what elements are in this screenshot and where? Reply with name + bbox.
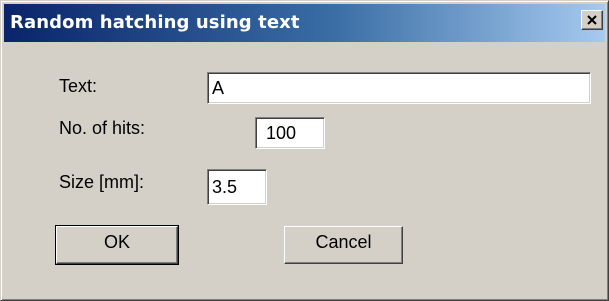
text-input[interactable] [207, 72, 591, 104]
ok-button[interactable]: OK [55, 225, 179, 265]
hits-label: No. of hits: [59, 118, 146, 138]
title-bar[interactable]: Random hatching using text [4, 4, 605, 42]
cancel-button[interactable]: Cancel [284, 226, 403, 264]
ok-button-label: OK [103, 232, 130, 252]
size-input[interactable] [207, 169, 267, 205]
text-label: Text: [59, 76, 98, 96]
window-title: Random hatching using text [10, 12, 300, 33]
dialog-window: Random hatching using text Text: No. of … [0, 0, 609, 301]
cancel-button-label: Cancel [315, 232, 372, 252]
close-icon [587, 15, 597, 25]
size-label: Size [mm]: [59, 172, 145, 192]
close-button[interactable] [581, 10, 603, 30]
hits-input[interactable] [255, 117, 325, 149]
